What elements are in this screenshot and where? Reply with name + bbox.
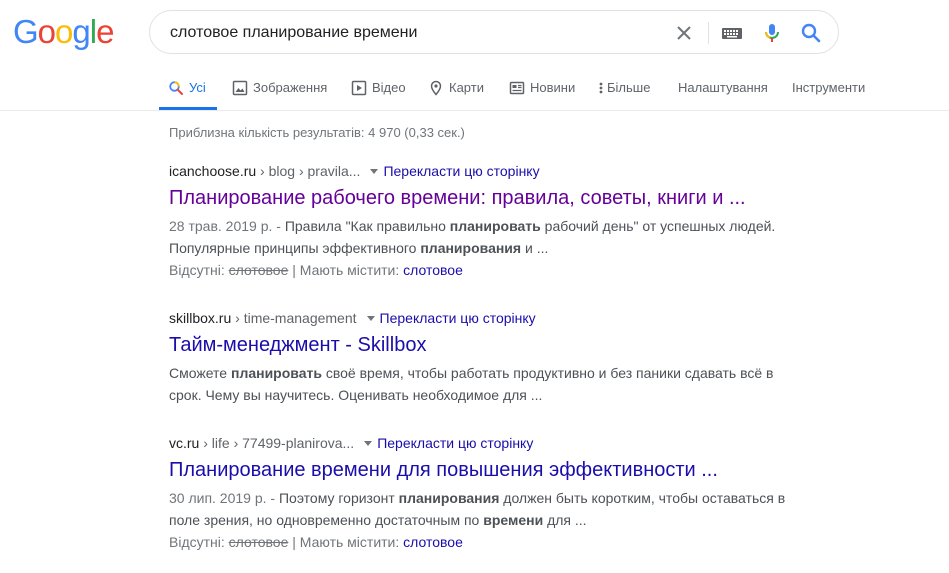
logo-letter: G: [13, 13, 39, 50]
more-vert-icon: [597, 80, 605, 96]
snippet-text: Сможете: [169, 365, 231, 381]
search-divider: [708, 22, 709, 44]
tab-video[interactable]: Відео: [351, 72, 406, 110]
snippet-bold: планировать: [230, 365, 322, 381]
tab-news[interactable]: Новини: [509, 72, 575, 110]
missing-terms: Відсутні: слотовое | Мають містити: слот…: [169, 259, 789, 281]
translate-link[interactable]: Перекласти цю сторінку: [383, 163, 539, 179]
missing-word: слотовое: [228, 534, 289, 550]
result-domain[interactable]: skillbox.ru: [169, 310, 231, 326]
translate-link[interactable]: Перекласти цю сторінку: [377, 435, 533, 451]
must-label: | Мають містити:: [288, 534, 404, 550]
search-result: skillbox.ru › time-management Перекласти …: [169, 308, 789, 406]
tab-label: Карти: [449, 80, 484, 95]
missing-terms: Відсутні: слотовое | Мають містити: слот…: [169, 531, 789, 553]
tab-label: Усі: [189, 80, 206, 95]
tab-all[interactable]: Усі: [159, 72, 217, 110]
dropdown-triangle-icon[interactable]: [366, 316, 375, 322]
result-domain[interactable]: vc.ru: [169, 435, 199, 451]
snippet-text: и ...: [521, 240, 549, 256]
tab-label: Новини: [530, 80, 576, 95]
google-logo[interactable]: Google: [13, 13, 114, 50]
tab-settings[interactable]: Налаштування: [678, 72, 768, 110]
tab-label: Налаштування: [678, 80, 768, 95]
news-icon: [509, 80, 525, 96]
result-cite: skillbox.ru › time-management Перекласти …: [169, 308, 789, 328]
logo-letter: e: [96, 13, 114, 50]
search-input[interactable]: [170, 22, 650, 44]
search-result: vc.ru › life › 77499-planirova... Перекла…: [169, 433, 789, 553]
missing-label: Відсутні:: [169, 534, 229, 550]
tab-tools[interactable]: Інструменти: [792, 72, 865, 110]
result-domain[interactable]: icanchoose.ru: [169, 163, 256, 179]
must-label: | Мають містити:: [288, 262, 404, 278]
result-date: 30 лип. 2019 р. -: [169, 490, 279, 506]
snippet-bold: планирования: [420, 240, 522, 256]
dropdown-triangle-icon[interactable]: [370, 169, 379, 175]
missing-word: слотовое: [228, 262, 289, 278]
search-icon[interactable]: [799, 21, 823, 45]
snippet-bold: планирования: [398, 490, 500, 506]
result-cite: icanchoose.ru › blog › pravila... Перекла…: [169, 161, 789, 181]
result-path: › life › 77499-planirova...: [199, 435, 355, 451]
result-path: › blog › pravila...: [256, 163, 361, 179]
snippet-text: Поэтому горизонт: [278, 490, 399, 506]
snippet-text: для ...: [543, 512, 587, 528]
microphone-icon[interactable]: [760, 21, 784, 45]
search-box: [149, 10, 839, 54]
snippet-bold: времени: [483, 512, 544, 528]
snippet-bold: планировать: [449, 218, 541, 234]
result-title-link[interactable]: Планирование рабочего времени: правила, …: [169, 185, 789, 211]
search-result: icanchoose.ru › blog › pravila... Перекла…: [169, 161, 789, 281]
tab-label: Відео: [372, 80, 406, 95]
tab-maps[interactable]: Карти: [428, 72, 484, 110]
result-snippet: 30 лип. 2019 р. - Поэтому горизонт плани…: [169, 487, 789, 531]
logo-letter: o: [37, 13, 56, 50]
result-date: 28 трав. 2019 р. -: [169, 218, 285, 234]
result-path: › time-management: [231, 310, 357, 326]
snippet-text: Правила "Как правильно: [284, 218, 450, 234]
tab-images[interactable]: Зображення: [232, 72, 327, 110]
header-divider: [0, 110, 949, 111]
close-icon[interactable]: [672, 21, 696, 45]
result-cite: vc.ru › life › 77499-planirova... Перекла…: [169, 433, 789, 453]
image-icon: [232, 80, 248, 96]
translate-link[interactable]: Перекласти цю сторінку: [380, 310, 536, 326]
result-snippet: 28 трав. 2019 р. - Правила "Как правильн…: [169, 215, 789, 259]
video-icon: [351, 80, 367, 96]
search-icon: [168, 80, 184, 96]
result-snippet: Сможете планировать своё время, чтобы ра…: [169, 362, 789, 406]
dropdown-triangle-icon[interactable]: [364, 441, 373, 447]
logo-letter: o: [55, 13, 73, 50]
missing-label: Відсутні:: [169, 262, 229, 278]
map-pin-icon: [428, 80, 444, 96]
tab-label: Інструменти: [792, 80, 866, 95]
result-title-link[interactable]: Планирование времени для повышения эффек…: [169, 457, 789, 483]
result-stats: Приблизна кількість результатів: 4 970 (…: [169, 125, 465, 140]
result-title-link[interactable]: Тайм-менеджмент - Skillbox: [169, 332, 789, 358]
tab-more[interactable]: Більше: [597, 72, 650, 110]
logo-letter: g: [72, 13, 90, 50]
tab-label: Зображення: [253, 80, 328, 95]
must-include-link[interactable]: слотовое: [403, 262, 463, 278]
must-include-link[interactable]: слотовое: [403, 534, 463, 550]
keyboard-icon[interactable]: [720, 21, 744, 45]
tab-label: Більше: [607, 80, 651, 95]
